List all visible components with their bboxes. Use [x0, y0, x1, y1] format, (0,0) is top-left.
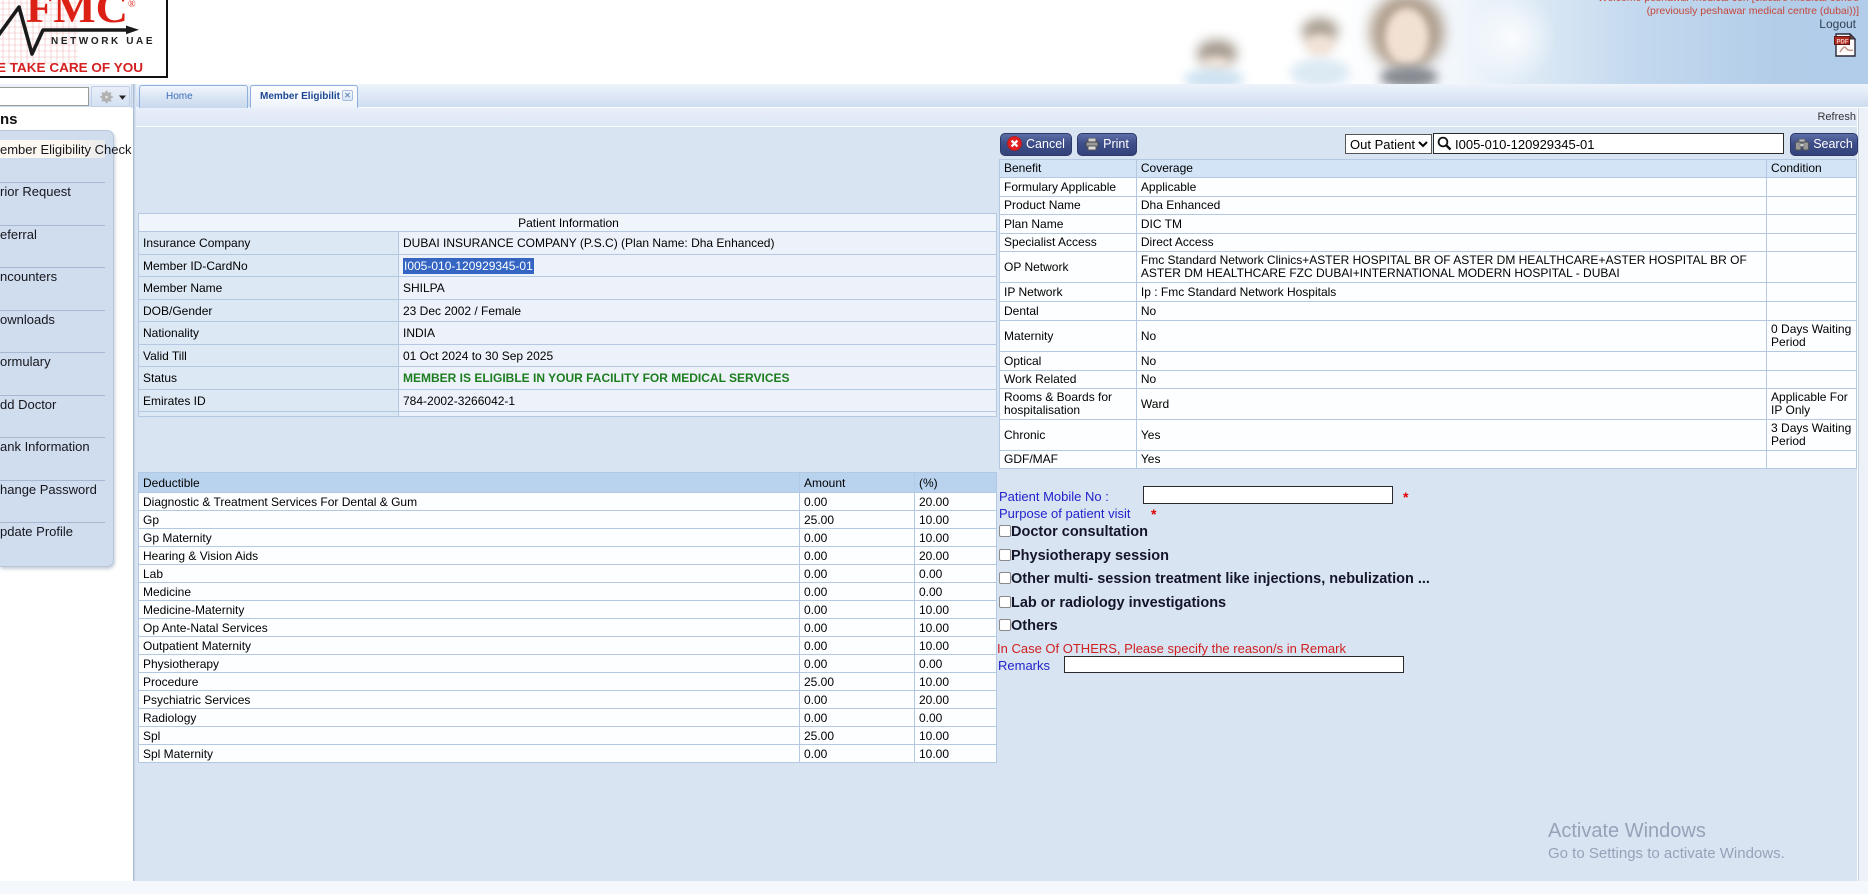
svg-text:E TAKE CARE OF YOU: E TAKE CARE OF YOU — [0, 60, 143, 75]
svg-text:FMC: FMC — [26, 0, 128, 32]
svg-text:PDF: PDF — [1837, 40, 1849, 46]
svg-text:®: ® — [128, 0, 136, 10]
svg-text:NETWORK UAE: NETWORK UAE — [51, 36, 155, 47]
